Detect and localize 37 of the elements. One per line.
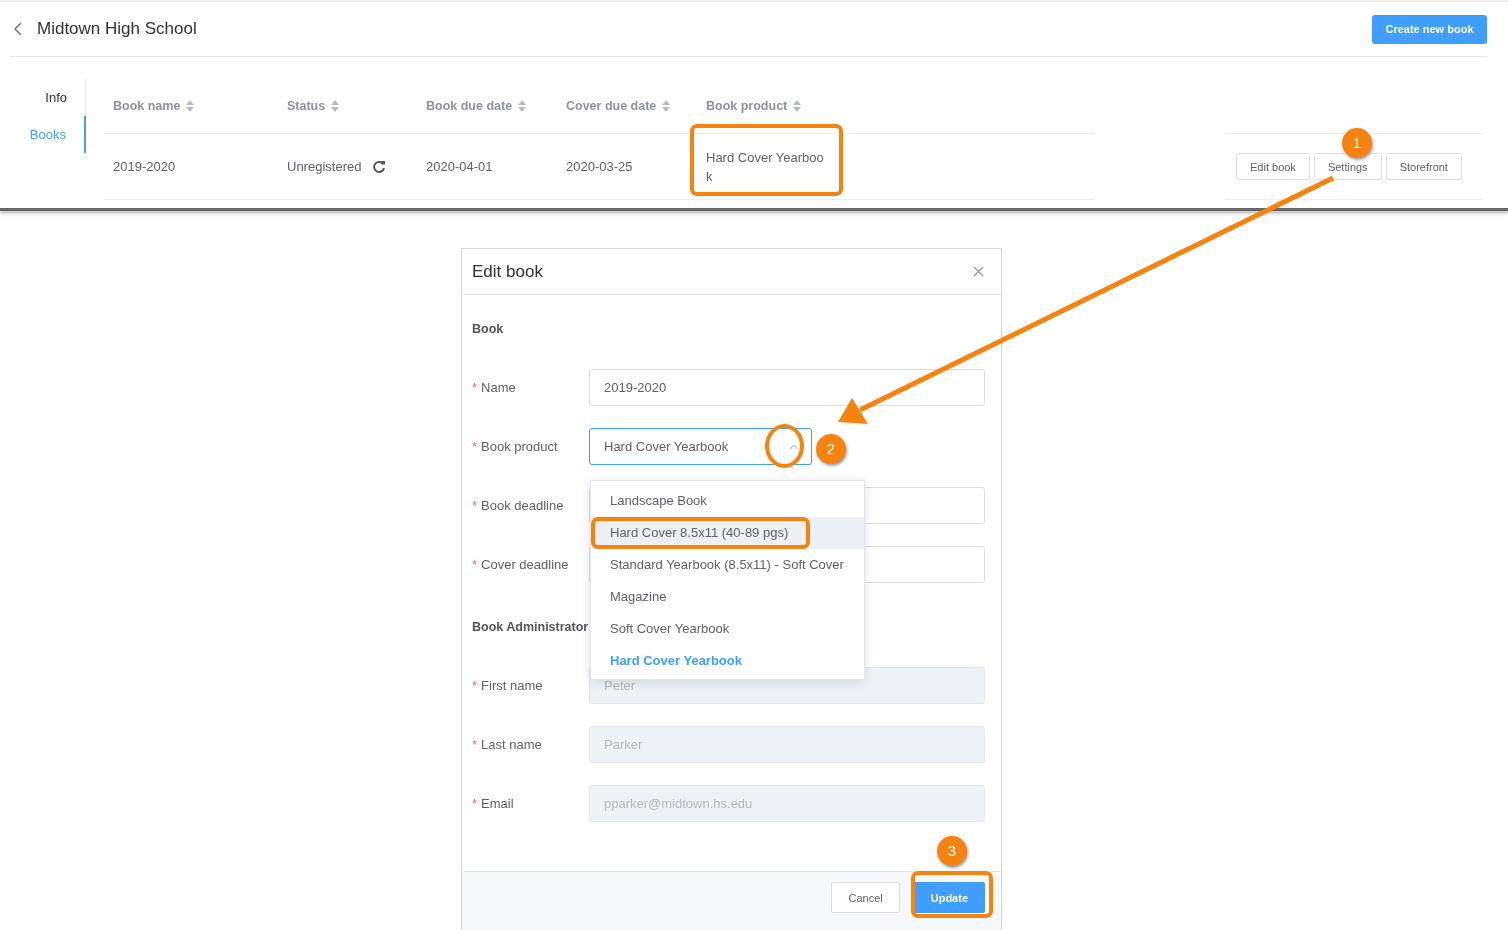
- required-mark: *: [472, 557, 478, 572]
- field-label: Book deadline: [481, 498, 564, 513]
- dropdown-option[interactable]: Standard Yearbook (8.5x11) - Soft Cover: [591, 549, 864, 581]
- table-cell: 2020-03-25: [566, 159, 633, 174]
- step-badge: 3: [937, 836, 967, 866]
- step-badge: 1: [1342, 128, 1372, 158]
- required-mark: *: [472, 380, 478, 395]
- row-action-button[interactable]: Edit book: [1236, 153, 1310, 180]
- field-label: Email: [481, 796, 514, 811]
- required-mark: *: [472, 737, 478, 752]
- field-label: Cover deadline: [481, 557, 569, 572]
- side-tab[interactable]: Info: [10, 79, 85, 116]
- table-cell: 2019-2020: [113, 159, 176, 174]
- page-title: Midtown High School: [37, 19, 198, 39]
- dropdown-option[interactable]: Magazine: [591, 581, 864, 613]
- dropdown-option[interactable]: Landscape Book: [591, 485, 864, 517]
- section-heading: Book: [472, 322, 504, 338]
- book-product-select[interactable]: Hard Cover Yearbook: [589, 428, 812, 465]
- input-field[interactable]: 2019-2020: [589, 369, 985, 406]
- table-cell: Unregistered: [287, 159, 362, 174]
- row-action-button[interactable]: Settings: [1313, 153, 1382, 180]
- field-label: Name: [481, 380, 516, 395]
- field-label: Last name: [481, 737, 542, 752]
- cancel-button[interactable]: Cancel: [831, 882, 900, 913]
- required-mark: *: [472, 678, 478, 693]
- dialog-title: Edit book: [472, 261, 543, 282]
- required-mark: *: [472, 439, 478, 454]
- field-label: First name: [481, 678, 543, 693]
- table-cell: 2020-04-01: [426, 159, 493, 174]
- row-action-button[interactable]: Storefront: [1385, 153, 1462, 180]
- step-badge: 2: [816, 434, 846, 464]
- field-label: Book product: [481, 439, 558, 454]
- required-mark: *: [472, 498, 478, 513]
- table-cell-text: Hard Cover Yearbook: [706, 148, 825, 186]
- dropdown-option[interactable]: Soft Cover Yearbook: [591, 613, 864, 645]
- section-heading: Book Administrator: [472, 620, 589, 636]
- required-mark: *: [472, 796, 478, 811]
